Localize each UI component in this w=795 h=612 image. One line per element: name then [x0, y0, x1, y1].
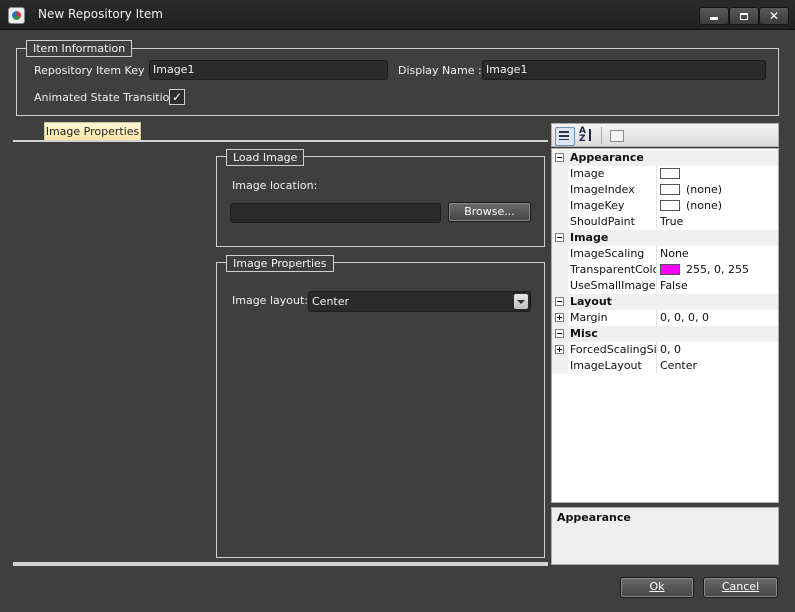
item-information-legend: Item Information [26, 40, 133, 57]
property-category-label: Appearance [570, 151, 644, 164]
property-row[interactable]: ForcedScalingSize 0, 0 [552, 342, 778, 358]
property-row[interactable]: Image [552, 166, 778, 182]
property-grid-toolbar: AZ [551, 123, 779, 147]
color-swatch [660, 184, 680, 195]
property-pages-icon[interactable] [608, 127, 626, 144]
property-value-text: 255, 0, 255 [686, 263, 749, 276]
display-name-label: Display Name : [398, 64, 482, 77]
property-name: ImageLayout [570, 359, 642, 372]
collapse-icon[interactable] [555, 297, 564, 306]
load-image-legend: Load Image [226, 149, 305, 166]
property-name: ForcedScalingSize [570, 343, 656, 356]
collapse-icon[interactable] [555, 329, 564, 338]
close-icon: ✕ [768, 9, 780, 23]
property-row[interactable]: ImageLayout Center [552, 358, 778, 374]
minimize-icon [710, 17, 718, 20]
property-name: Image [570, 167, 605, 180]
property-category-label: Misc [570, 327, 598, 340]
image-layout-select[interactable]: Center [308, 291, 531, 312]
property-grid[interactable]: Appearance Image ImageIndex (none) ImageKey (… [551, 148, 779, 503]
repository-item-key-label: Repository Item Key : [34, 64, 152, 77]
property-category[interactable]: Image [552, 230, 778, 246]
display-name-input[interactable]: Image1 [482, 60, 766, 80]
property-value[interactable]: (none) [660, 183, 722, 196]
tab-image-properties[interactable]: Image Properties [44, 122, 141, 140]
minimize-button[interactable] [699, 7, 729, 25]
property-value[interactable]: True [660, 215, 683, 228]
property-value-text: None [660, 247, 689, 260]
property-name: ImageIndex [570, 183, 635, 196]
property-value-text: False [660, 279, 688, 292]
property-value[interactable]: None [660, 247, 689, 260]
cancel-button[interactable]: Cancel [703, 577, 778, 598]
property-value[interactable]: (none) [660, 199, 722, 212]
property-help-panel: Appearance [551, 507, 779, 565]
item-information-group [16, 48, 779, 116]
maximize-button[interactable] [729, 7, 759, 25]
property-name: ImageScaling [570, 247, 645, 260]
property-value[interactable] [660, 167, 686, 180]
window-title: New Repository Item [38, 7, 163, 21]
property-value-text: Center [660, 359, 698, 372]
property-value[interactable]: Center [660, 359, 697, 372]
alphabetical-sort-icon[interactable]: AZ [577, 127, 595, 144]
browse-button[interactable]: Browse... [448, 202, 531, 222]
chevron-down-icon[interactable] [514, 294, 528, 309]
close-button[interactable]: ✕ [759, 7, 789, 25]
property-value[interactable]: 255, 0, 255 [660, 263, 749, 276]
property-row[interactable]: ImageScaling None [552, 246, 778, 262]
maximize-icon [740, 13, 748, 20]
property-name: TransparentColor [570, 263, 656, 276]
ok-button[interactable]: Ok [620, 577, 694, 598]
property-row[interactable]: ImageKey (none) [552, 198, 778, 214]
repository-item-key-input[interactable]: Image1 [149, 60, 388, 80]
collapse-icon[interactable] [555, 233, 564, 242]
property-value[interactable]: 0, 0 [660, 343, 681, 356]
color-swatch [660, 264, 680, 275]
categorized-view-icon[interactable] [555, 127, 575, 146]
property-value-text: (none) [686, 199, 723, 212]
cancel-button-label: Cancel [721, 580, 760, 593]
property-category[interactable]: Appearance [552, 150, 778, 166]
property-value-text: True [660, 215, 684, 228]
property-help-title: Appearance [557, 511, 631, 524]
animated-state-transition-checkbox[interactable]: ✓ [169, 89, 185, 105]
image-layout-label: Image layout: [232, 294, 308, 307]
property-category[interactable]: Misc [552, 326, 778, 342]
property-value[interactable]: 0, 0, 0, 0 [660, 311, 709, 324]
tab-panel-bottom-border [13, 562, 548, 566]
image-location-label: Image location: [232, 179, 318, 192]
tab-strip [13, 140, 548, 142]
property-row[interactable]: TransparentColor 255, 0, 255 [552, 262, 778, 278]
image-location-input[interactable] [230, 203, 441, 223]
property-value-text: 0, 0 [660, 343, 681, 356]
expand-icon[interactable] [555, 345, 564, 354]
image-properties-legend: Image Properties [226, 255, 334, 272]
property-row[interactable]: Margin 0, 0, 0, 0 [552, 310, 778, 326]
property-name: Margin [570, 311, 608, 324]
collapse-icon[interactable] [555, 153, 564, 162]
app-icon [8, 7, 25, 24]
property-name: ImageKey [570, 199, 625, 212]
ok-button-label: Ok [649, 580, 665, 593]
property-row[interactable]: ShouldPaint True [552, 214, 778, 230]
property-category-label: Layout [570, 295, 612, 308]
property-row[interactable]: ImageIndex (none) [552, 182, 778, 198]
property-value-text: 0, 0, 0, 0 [660, 311, 709, 324]
color-swatch [660, 168, 680, 179]
animated-state-transition-label: Animated State Transition [34, 91, 177, 104]
color-swatch [660, 200, 680, 211]
property-name: ShouldPaint [570, 215, 635, 228]
property-category[interactable]: Layout [552, 294, 778, 310]
property-name: UseSmallImageLis [570, 279, 656, 292]
property-category-label: Image [570, 231, 609, 244]
property-row[interactable]: UseSmallImageLis False [552, 278, 778, 294]
expand-icon[interactable] [555, 313, 564, 322]
property-value[interactable]: False [660, 279, 688, 292]
property-value-text: (none) [686, 183, 723, 196]
image-layout-value: Center [312, 295, 350, 308]
